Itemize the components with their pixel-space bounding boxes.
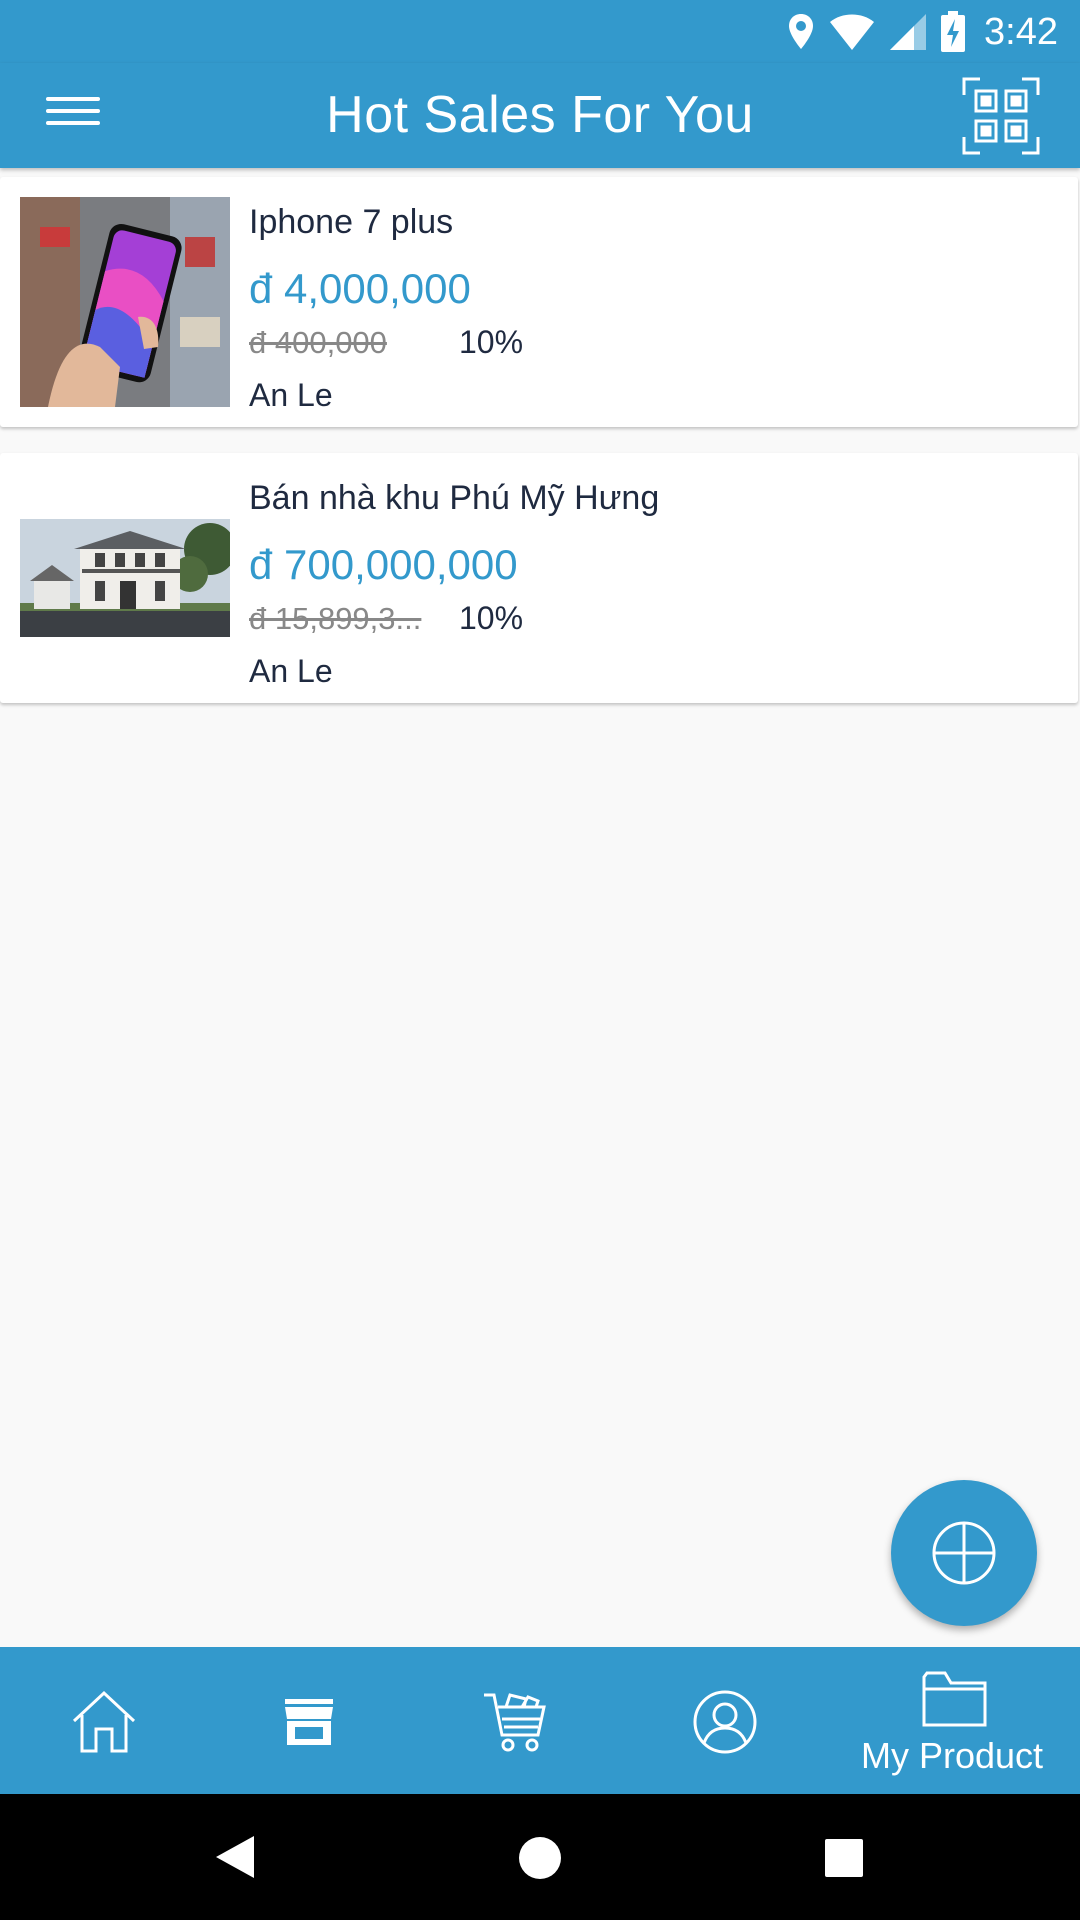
product-title: Iphone 7 plus	[249, 203, 454, 241]
recents-icon[interactable]	[824, 1838, 864, 1878]
nav-store[interactable]	[245, 1647, 375, 1794]
product-old-price: đ 15,899,3...	[249, 601, 422, 636]
app-bar: Hot Sales For You	[0, 63, 1080, 168]
nav-my-product[interactable]: My Product	[855, 1647, 1070, 1794]
store-icon	[285, 1699, 333, 1745]
home-circle-icon[interactable]	[518, 1836, 562, 1880]
qr-code-icon	[962, 77, 1040, 155]
product-seller: An Le	[249, 377, 333, 413]
product-image-house	[20, 519, 230, 637]
system-navigation-bar	[0, 1794, 1080, 1920]
cart-icon	[484, 1693, 546, 1752]
back-icon[interactable]	[214, 1834, 256, 1880]
nav-home[interactable]	[40, 1647, 170, 1794]
nav-my-product-label: My Product	[861, 1735, 1044, 1776]
home-icon	[72, 1690, 136, 1753]
battery-charging-icon	[941, 11, 966, 52]
product-card[interactable]: Bán nhà khu Phú Mỹ Hưng đ 700,000,000 đ …	[0, 453, 1078, 703]
page-title: Hot Sales For You	[326, 86, 754, 144]
status-bar: 3:42	[0, 0, 1080, 63]
folder-icon	[922, 1671, 987, 1727]
nav-cart[interactable]	[450, 1647, 580, 1794]
product-discount: 10%	[459, 600, 524, 636]
add-circle-icon	[932, 1521, 996, 1585]
bottom-navigation: My Product	[0, 1647, 1080, 1794]
product-title: Bán nhà khu Phú Mỹ Hưng	[249, 479, 660, 517]
account-icon	[693, 1690, 757, 1754]
product-image-phone	[20, 197, 230, 407]
product-card[interactable]: Iphone 7 plus đ 4,000,000 đ 400,000 10% …	[0, 177, 1078, 427]
qr-scan-button[interactable]	[962, 77, 1040, 155]
product-price: đ 4,000,000	[249, 265, 471, 312]
product-discount: 10%	[459, 324, 524, 360]
signal-icon	[890, 14, 927, 50]
product-old-price: đ 400,000	[249, 325, 387, 360]
product-seller: An Le	[249, 653, 333, 689]
status-time: 3:42	[984, 10, 1058, 53]
nav-account[interactable]	[660, 1647, 790, 1794]
product-price: đ 700,000,000	[249, 541, 518, 588]
wifi-icon	[830, 14, 875, 50]
add-product-button[interactable]	[891, 1480, 1037, 1626]
location-icon	[789, 14, 814, 49]
